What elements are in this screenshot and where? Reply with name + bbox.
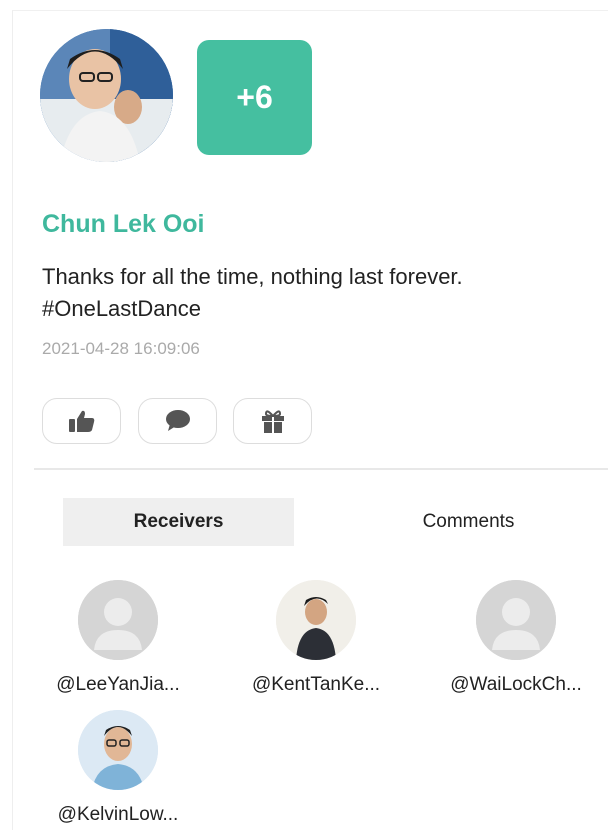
receiver-item[interactable]: @KelvinLow... [33,710,203,826]
gift-icon [260,408,286,434]
author-name[interactable]: Chun Lek Ooi [42,210,205,239]
receiver-avatar [78,710,158,790]
receiver-item[interactable]: @WaiLockCh... [431,580,601,696]
post-hashtag[interactable]: #OneLastDance [42,293,582,325]
post-timestamp: 2021-04-28 16:09:06 [42,339,200,358]
receiver-name: @LeeYanJia... [56,674,180,695]
receiver-item[interactable]: @LeeYanJia... [33,580,203,696]
gift-button[interactable] [233,398,312,444]
receiver-name: @KentTanKe... [251,674,381,695]
tab-receivers[interactable]: Receivers [63,498,294,546]
like-button[interactable] [42,398,121,444]
post-text: Thanks for all the time, nothing last fo… [42,261,582,325]
placeholder-avatar-icon [476,580,556,660]
comment-bubble-icon [164,409,192,433]
author-avatar[interactable] [40,29,173,162]
more-receivers-badge[interactable]: +6 [197,40,312,155]
tab-comments[interactable]: Comments [353,498,584,546]
receiver-name: @KelvinLow... [57,804,179,825]
thumbs-up-icon [68,409,96,433]
receiver-item[interactable]: @KentTanKe... [231,580,401,696]
section-divider [34,468,608,470]
receiver-name: @WaiLockCh... [450,674,582,695]
placeholder-avatar-icon [78,580,158,660]
post-text-line: Thanks for all the time, nothing last fo… [42,264,463,289]
receiver-avatar [276,580,356,660]
comment-button[interactable] [138,398,217,444]
